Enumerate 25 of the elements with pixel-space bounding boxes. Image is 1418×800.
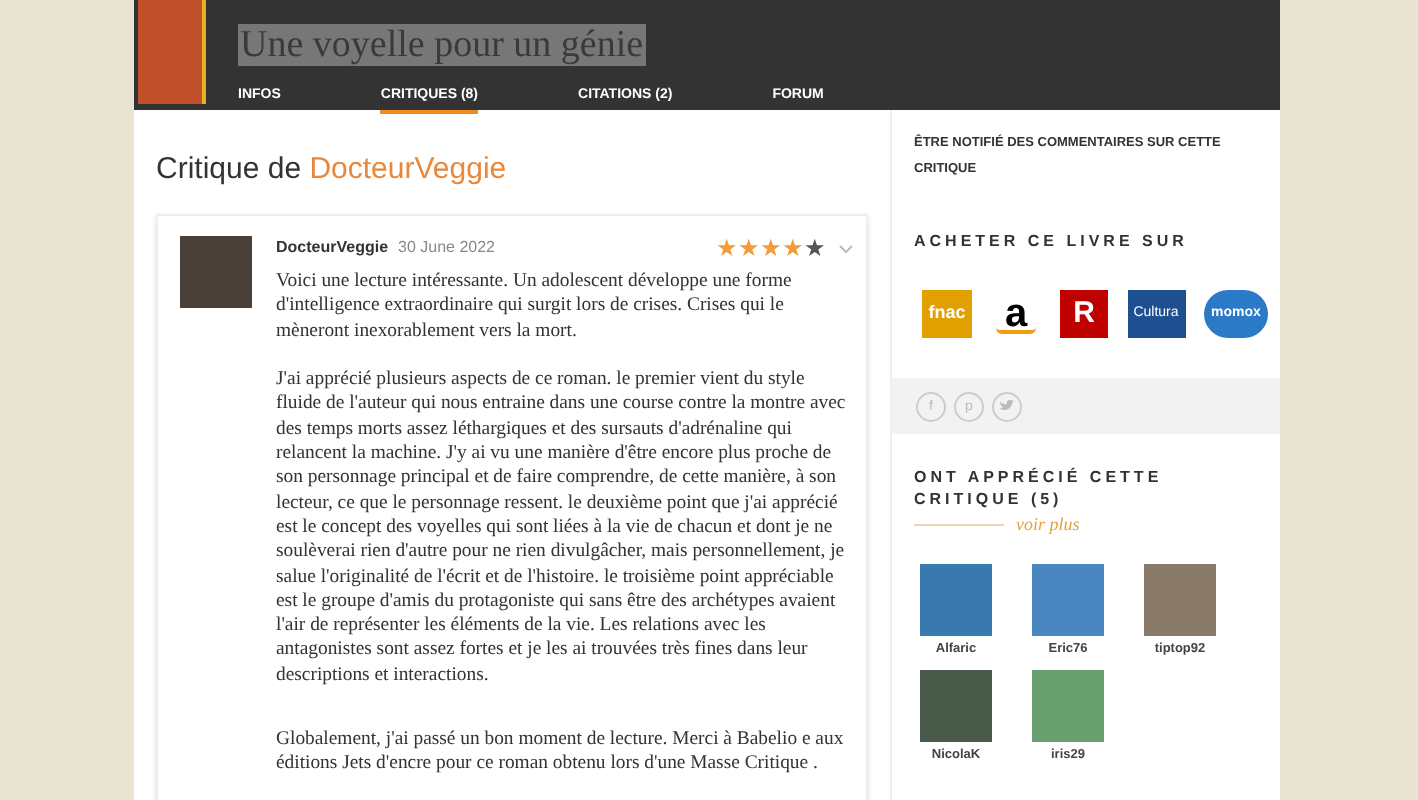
review-paragraph: Globalement, j'ai passé un bon moment de lecture. Merci à Babelio e aux éditions Jets d'encre pour ce roman obtenu lors d'une Masse Critique .: [276, 728, 846, 778]
star-icon: ★: [716, 236, 738, 260]
star-icon: ★: [782, 236, 804, 260]
store-logo[interactable]: a: [991, 290, 1041, 338]
star-icon: ★: [804, 236, 826, 260]
star-icon: ★: [738, 236, 760, 260]
store-logo[interactable]: R: [1060, 290, 1108, 338]
user-avatar[interactable]: [920, 670, 992, 743]
review-paragraph: Voici une lecture intéressante. Un adolescent développe une forme d'intelligence extraordinaire qui surgit lors de crises. Crises qui le mèneront inexorablement vers la mort.: [276, 270, 794, 344]
review-paragraph: J'ai apprécié plusieurs aspects de ce roman. le premier vient du style fluide de l'auteur qui nous entraine dans une course contre la montre avec des temps morts assez léthargiques et des sursauts d'adrénaline qui relancent la machine. J'y ai vu une manière d'être encore plus proche de son personnage principal et de faire comprendre, de cette manière, à son lecteur, ce que le personnage ressent. le deuxième point que j'ai apprécié est le concept des voyelles qui sont liées à la vie de chacun et dont je ne soulèverai rien d'autre pour ne rien divulgâcher, mais personnellement, je salue l'originalité de l'écrit et de l'histoire. le troisième point appréciable est le groupe d'amis du protagoniste qui sans être des archétypes avaient l'air de représenter les éléments de la vie. Les relations avec les antagonistes sont assez fortes et je les ai trouvées très fines dans leur descriptions et interactions.: [276, 368, 848, 689]
user-avatar[interactable]: [1144, 563, 1216, 635]
section-heading: ONT APPRÉCIÉ CETTE CRITIQUE (5): [912, 466, 1165, 510]
review-heading: Critique de DocteurVeggie: [156, 150, 509, 190]
book-cover[interactable]: [138, 0, 206, 104]
share-icon[interactable]: [992, 391, 1022, 421]
user-avatar[interactable]: [1032, 563, 1104, 635]
user-avatar[interactable]: [1032, 670, 1104, 743]
avatar-photo[interactable]: [180, 236, 252, 308]
star-icon: ★: [760, 236, 782, 260]
book-title: Une voyelle pour un génie: [238, 24, 646, 66]
author-name[interactable]: DocteurVeggie: [276, 236, 389, 260]
section-heading: ACHETER CE LIVRE SUR: [912, 230, 1190, 254]
chevron-down-icon[interactable]: [838, 243, 854, 253]
review-date: 30 June 2022: [398, 236, 496, 260]
user-avatar[interactable]: [920, 563, 992, 635]
